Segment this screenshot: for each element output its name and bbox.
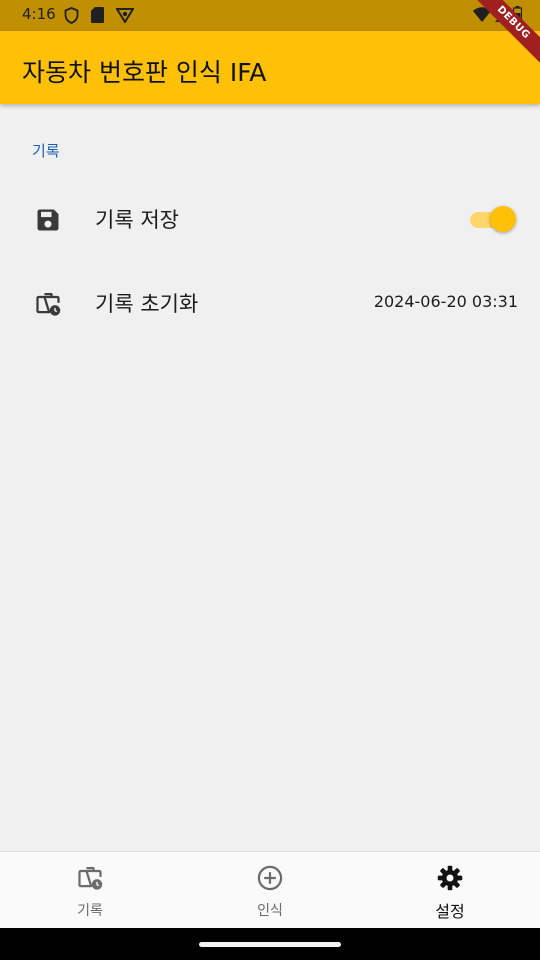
shield-icon — [64, 7, 79, 24]
save-icon — [37, 209, 59, 231]
status-icons-right — [473, 6, 522, 22]
status-bar: 4:16 — [0, 0, 540, 31]
section-header-history: 기록 — [32, 142, 60, 160]
home-gesture-handle[interactable] — [199, 942, 341, 947]
nav-label-history: 기록 — [77, 903, 103, 919]
app-bar: 자동차 번호판 인식 IFA — [0, 31, 540, 104]
history-briefcase-icon — [78, 866, 103, 890]
nav-item-settings[interactable]: 설정 — [360, 852, 540, 929]
signal-icon — [495, 6, 509, 22]
save-history-toggle[interactable] — [470, 206, 516, 232]
battery-icon — [513, 6, 522, 22]
nav-item-history[interactable]: 기록 — [0, 852, 180, 929]
nav-item-recognize[interactable]: 인식 — [180, 852, 360, 929]
system-navigation-bar — [0, 928, 540, 960]
history-briefcase-icon — [36, 292, 61, 316]
add-circle-icon — [257, 865, 283, 891]
nav-label-recognize: 인식 — [257, 903, 283, 919]
reset-history-row[interactable]: 기록 초기화 2024-06-20 03:31 — [0, 268, 540, 338]
sd-card-icon — [91, 7, 104, 23]
last-reset-timestamp: 2024-06-20 03:31 — [373, 292, 518, 311]
vpn-icon — [116, 8, 134, 23]
page-title: 자동차 번호판 인식 IFA — [22, 58, 267, 87]
save-history-label: 기록 저장 — [95, 208, 179, 232]
status-icons-left — [64, 7, 134, 24]
bottom-navigation: 기록 인식 설정 — [0, 851, 540, 928]
gear-icon — [437, 865, 463, 891]
reset-history-label: 기록 초기화 — [95, 292, 199, 316]
wifi-icon — [473, 6, 491, 22]
nav-label-settings: 설정 — [435, 902, 465, 921]
status-time: 4:16 — [22, 5, 56, 23]
toggle-thumb — [490, 206, 516, 232]
save-history-row[interactable]: 기록 저장 — [0, 184, 540, 254]
